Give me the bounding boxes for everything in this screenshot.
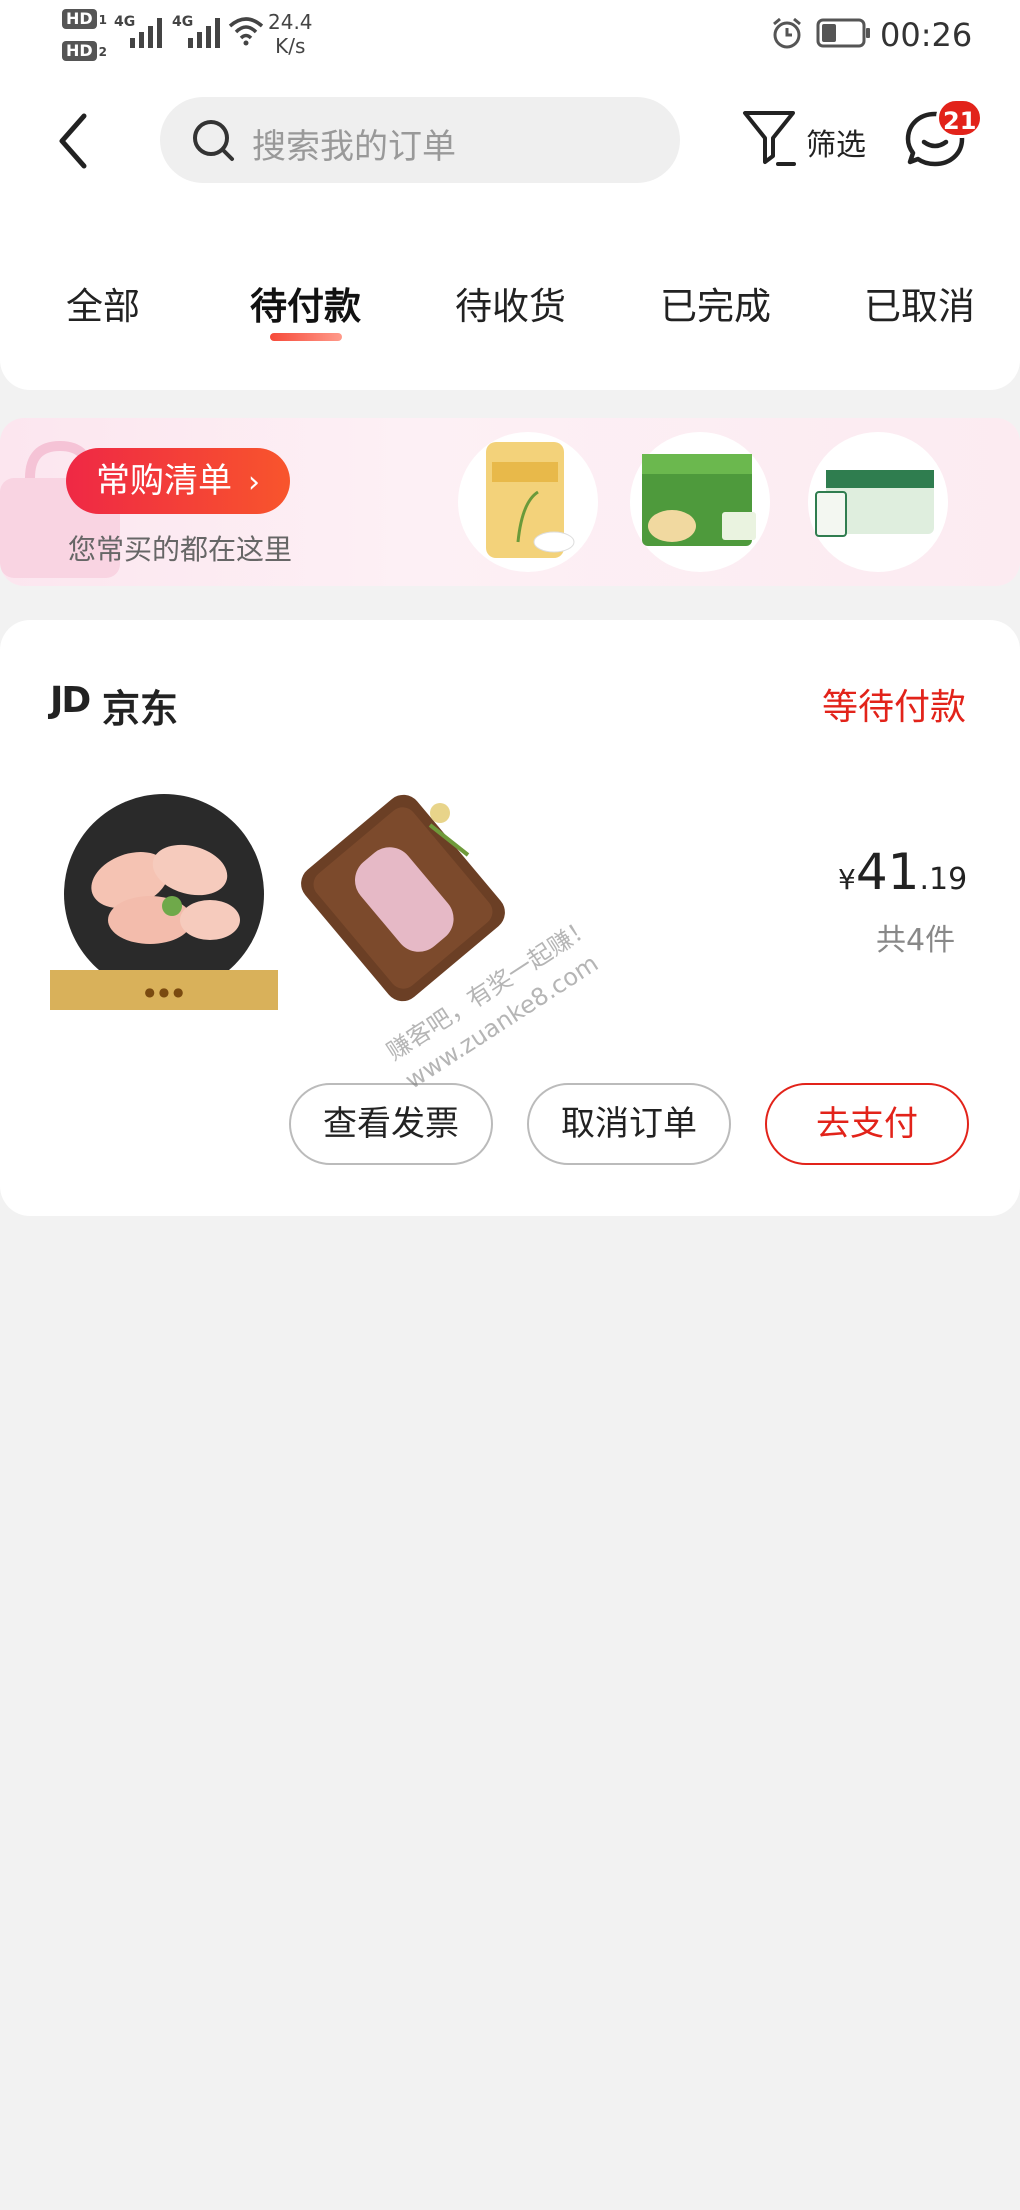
filter-button[interactable]: 筛选 [806, 120, 866, 164]
wifi-icon [228, 17, 264, 46]
order-price: ¥41.19 [838, 843, 967, 901]
network-speed: 24.4 K/s [268, 10, 313, 58]
hd1-label: HD [62, 9, 97, 29]
alarm-icon [773, 17, 801, 49]
search-input[interactable]: 搜索我的订单 [160, 97, 680, 183]
product-thumb-milk[interactable] [808, 432, 948, 572]
tab-all[interactable]: 全部 [66, 276, 140, 330]
chicken-drumsticks-image: ● ● ● [50, 794, 278, 1010]
price-currency: ¥ [838, 863, 856, 896]
signal-icon [188, 14, 220, 48]
back-chevron-icon[interactable] [56, 112, 90, 170]
shop-name[interactable]: 京东 [102, 678, 178, 733]
hd2-label: HD [62, 41, 97, 61]
hd2-sub: 2 [98, 45, 108, 59]
pay-button[interactable]: 去支付 [765, 1083, 969, 1165]
hd2-indicator: HD 2 [62, 40, 110, 62]
clock: 00:26 [880, 16, 973, 54]
price-decimal: .19 [919, 862, 968, 897]
message-badge: 21 [936, 98, 984, 138]
search-icon [193, 120, 234, 161]
status-bar: HD 1 HD 2 4G 4G 24.4 K/s 00:26 [0, 0, 1020, 70]
tab-cancelled[interactable]: 已取消 [864, 276, 975, 330]
hd1-sub: 1 [98, 13, 108, 27]
product-thumb-pastry[interactable] [630, 432, 770, 572]
search-placeholder: 搜索我的订单 [252, 127, 456, 167]
signal-icon [130, 14, 162, 48]
speed-unit: K/s [275, 34, 306, 58]
product-image-chicken[interactable]: ● ● ● [50, 790, 278, 1010]
product-thumb-rice[interactable] [458, 432, 598, 572]
pastry-box-image [642, 454, 756, 546]
item-count: 共4件 [876, 923, 956, 958]
svg-text:● ● ●: ● ● ● [144, 985, 183, 999]
rice-bag-image [486, 442, 575, 558]
battery-icon [816, 18, 870, 48]
tab-completed[interactable]: 已完成 [660, 276, 771, 330]
tab-pending-payment[interactable]: 待付款 [250, 276, 361, 330]
frequent-purchase-label: 常购清单 [96, 461, 232, 501]
order-status: 等待付款 [822, 687, 967, 728]
view-invoice-button[interactable]: 查看发票 [289, 1083, 493, 1165]
hd1-indicator: HD 1 [62, 8, 110, 30]
frequent-purchase-button[interactable]: 常购清单 › [66, 448, 290, 514]
chevron-right-icon: › [248, 465, 260, 500]
tab-active-indicator [270, 333, 342, 341]
price-integer: 41 [855, 843, 920, 901]
shop-logo: JD [50, 680, 91, 721]
filter-icon[interactable] [740, 108, 798, 170]
milk-box-image [815, 470, 934, 537]
tab-pending-receipt[interactable]: 待收货 [455, 276, 566, 330]
speed-value: 24.4 [268, 10, 313, 34]
banner-subtitle: 您常买的都在这里 [68, 533, 293, 566]
cancel-order-button[interactable]: 取消订单 [527, 1083, 731, 1165]
